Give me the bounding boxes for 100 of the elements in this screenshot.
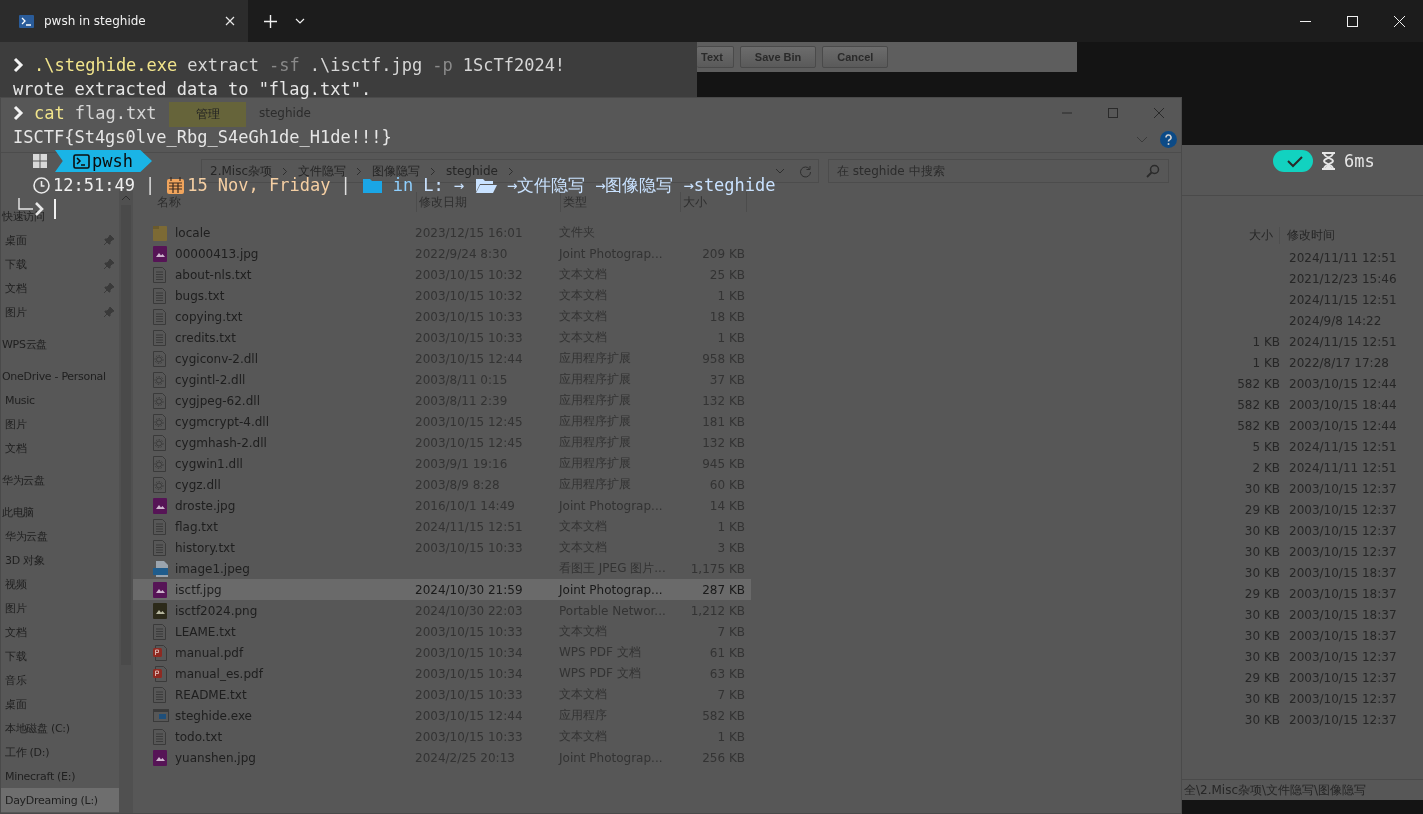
- duration-text: 6ms: [1344, 151, 1375, 171]
- command-token: -sf: [268, 55, 300, 75]
- file-name: cygmhash-2.dll: [175, 435, 268, 450]
- document-icon: [153, 539, 166, 556]
- image-file-icon: [153, 245, 167, 262]
- prompt-time: 12:51:49: [53, 175, 135, 195]
- dialog-button[interactable]: Text: [697, 46, 734, 68]
- terminal-icon: [73, 153, 90, 169]
- chevron-right-icon[interactable]: [507, 166, 514, 176]
- search-icon: [1146, 164, 1160, 178]
- image-file-icon: [153, 749, 167, 766]
- file-name: cygiconv-2.dll: [175, 351, 260, 366]
- command-token: .\isctf.jpg: [309, 55, 423, 75]
- file-name: flag.txt: [175, 519, 219, 534]
- dialog-button[interactable]: Save Bin: [739, 46, 817, 68]
- chevron-right-icon[interactable]: [356, 166, 362, 176]
- file-name: LEAME.txt: [175, 624, 237, 639]
- document-icon: [153, 329, 166, 346]
- plus-icon[interactable]: [264, 14, 277, 28]
- command-token: extract: [187, 55, 259, 75]
- file-name: steghide.exe: [175, 708, 253, 723]
- windows-icon: [33, 154, 47, 168]
- table-cell: 287 KB: [702, 582, 745, 597]
- file-name: about-nls.txt: [175, 267, 253, 282]
- command-token: 1ScTf2024!: [462, 55, 566, 75]
- table-cell: 2024/10/30 21:59: [415, 582, 523, 597]
- document-icon: [153, 728, 166, 745]
- gear-file-icon: [153, 350, 166, 367]
- prompt-chevron-icon: [13, 105, 24, 121]
- pdf-file-icon: [153, 665, 167, 682]
- clock-icon: [33, 176, 50, 194]
- image-file-icon: [153, 560, 169, 577]
- chevron-right-icon[interactable]: [282, 166, 288, 176]
- nav-item[interactable]: OneDrive - Personal: [1, 364, 119, 388]
- file-name: image1.jpeg: [175, 561, 251, 576]
- prompt-separator: |: [144, 175, 156, 195]
- file-name: todo.txt: [175, 729, 224, 744]
- nav-item[interactable]: Minecraft (E:): [1, 764, 119, 788]
- document-icon: [153, 518, 166, 535]
- pin-icon[interactable]: [103, 234, 115, 246]
- file-name: yuanshen.jpg: [175, 750, 257, 765]
- document-icon: [153, 287, 166, 304]
- file-name: credits.txt: [175, 330, 237, 345]
- command-token: .\steghide.exe: [34, 55, 178, 75]
- gear-file-icon: [153, 392, 166, 409]
- nav-item[interactable]: Music: [1, 388, 119, 412]
- folder-icon: [153, 224, 167, 241]
- file-name: cygwin1.dll: [175, 456, 244, 471]
- output-line: ISCTF{St4gs0lve_Rbg_S4eGh1de_H1de!!!}: [13, 127, 392, 147]
- file-row[interactable]: isctf.jpg 2024/10/30 21:59 Joint Photograp... 287 KB: [133, 579, 751, 600]
- pin-icon[interactable]: [103, 282, 115, 294]
- nav-item[interactable]: DayDreaming (L:): [1, 788, 119, 812]
- file-name: locale: [175, 225, 212, 240]
- gear-file-icon: [153, 371, 166, 388]
- file-name: README.txt: [175, 687, 248, 702]
- file-name: isctf.jpg: [175, 582, 223, 597]
- file-name: droste.jpg: [175, 498, 237, 513]
- file-name: cygintl-2.dll: [175, 372, 247, 387]
- file-name: bugs.txt: [175, 288, 226, 303]
- pin-icon[interactable]: [103, 258, 115, 270]
- output-line: wrote extracted data to "flag.txt".: [13, 79, 372, 99]
- folder-open-icon: [475, 177, 497, 193]
- image-file-icon: [153, 497, 167, 514]
- image-file-icon: [153, 581, 167, 598]
- chevron-up-icon[interactable]: [121, 195, 131, 201]
- file-name: manual_es.pdf: [175, 666, 265, 681]
- chevron-right-icon[interactable]: [430, 166, 436, 176]
- gear-file-icon: [153, 413, 166, 430]
- file-name: manual.pdf: [175, 645, 245, 660]
- pdf-file-icon: [153, 644, 167, 661]
- dialog-button[interactable]: Cancel: [822, 46, 889, 68]
- document-icon: [153, 686, 166, 703]
- pin-icon[interactable]: [103, 306, 115, 318]
- command-token: cat: [34, 103, 65, 123]
- file-name: cygmcrypt-4.dll: [175, 414, 271, 429]
- file-name: 00000413.jpg: [175, 246, 260, 261]
- gear-file-icon: [153, 455, 166, 472]
- document-icon: [153, 266, 166, 283]
- terminal-icon: [19, 14, 34, 28]
- refresh-icon[interactable]: [799, 164, 812, 178]
- file-name: history.txt: [175, 540, 236, 555]
- file-name: cygjpeg-62.dll: [175, 393, 261, 408]
- file-name: copying.txt: [175, 309, 244, 324]
- document-icon: [153, 308, 166, 325]
- shell-segment: pwsh: [55, 150, 152, 172]
- file-name: isctf2024.png: [175, 603, 259, 618]
- table-cell-text: Joint Photograp...: [559, 582, 664, 597]
- file-name: cygz.dll: [175, 477, 222, 492]
- help-icon[interactable]: [1160, 131, 1177, 148]
- scrollbar[interactable]: [119, 189, 133, 813]
- image-file-icon: [153, 602, 167, 619]
- command-token: -p: [432, 55, 453, 75]
- application-icon: [153, 709, 169, 722]
- ribbon-tab[interactable]: 管理: [169, 102, 246, 127]
- gear-file-icon: [153, 434, 166, 451]
- hourglass-icon: [1322, 152, 1335, 170]
- document-icon: [153, 623, 166, 640]
- chevron-down-icon[interactable]: [295, 18, 305, 24]
- command-token: flag.txt: [74, 103, 157, 123]
- terminal-tab[interactable]: pwsh in steghide: [0, 0, 248, 42]
